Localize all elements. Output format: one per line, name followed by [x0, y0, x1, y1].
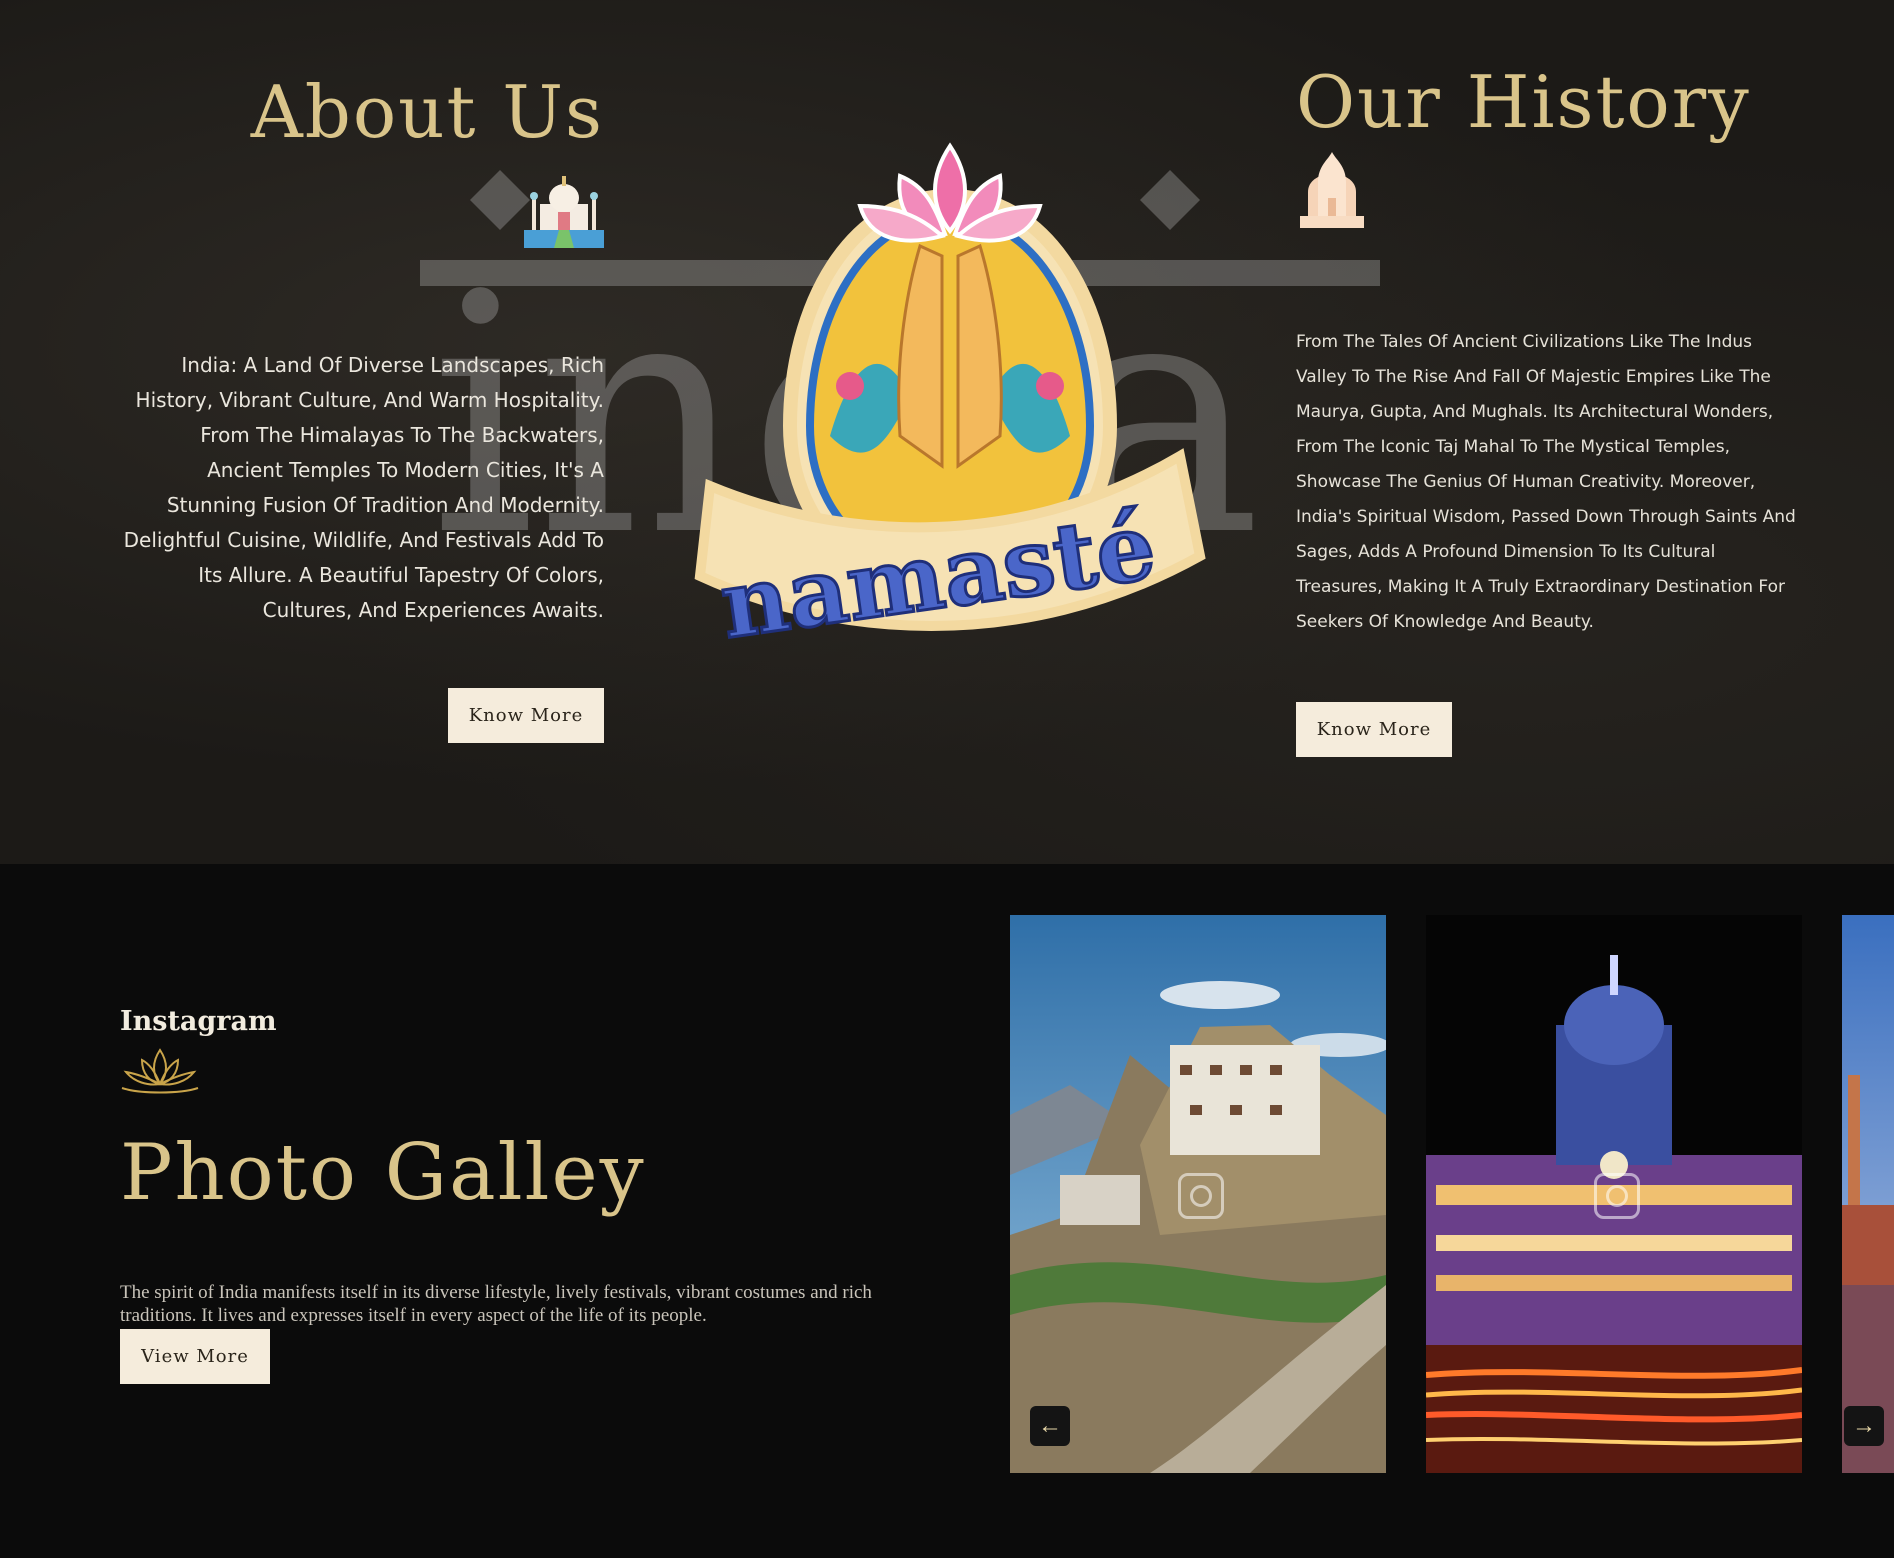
- gallery-title: Photo Galley: [120, 1128, 646, 1218]
- history-title: Our History: [1296, 60, 1751, 144]
- lotus-icon: [121, 1048, 199, 1094]
- gallery-photo-partial[interactable]: [1842, 915, 1894, 1473]
- instagram-icon: [1178, 1173, 1224, 1219]
- instagram-icon: [1594, 1173, 1640, 1219]
- view-more-button[interactable]: View More: [120, 1329, 270, 1384]
- gallery-next-button[interactable]: →: [1844, 1406, 1884, 1446]
- photo-gallery-section: Instagram Photo Galley The spirit of Ind…: [0, 864, 1894, 1558]
- about-history-section: india About Us India: A Land Of Diverse …: [0, 0, 1894, 864]
- about-text: India: A Land Of Diverse Landscapes, Ric…: [123, 353, 604, 622]
- history-know-more-button[interactable]: Know More: [1296, 702, 1452, 757]
- taj-mahal-icon: [524, 176, 604, 248]
- temple-icon: [1300, 152, 1364, 228]
- gallery-prev-button[interactable]: ←: [1030, 1406, 1070, 1446]
- gallery-description: The spirit of India manifests itself in …: [120, 1282, 872, 1326]
- history-text: From The Tales Of Ancient Civilizations …: [1296, 332, 1796, 632]
- gallery-photo-monastery[interactable]: [1010, 915, 1386, 1473]
- about-know-more-button[interactable]: Know More: [448, 688, 604, 743]
- about-title: About Us: [250, 70, 604, 154]
- namaste-sticker: namasté: [694, 142, 1206, 661]
- gallery-photo-terminus[interactable]: [1426, 915, 1802, 1473]
- instagram-label: Instagram: [120, 1006, 277, 1037]
